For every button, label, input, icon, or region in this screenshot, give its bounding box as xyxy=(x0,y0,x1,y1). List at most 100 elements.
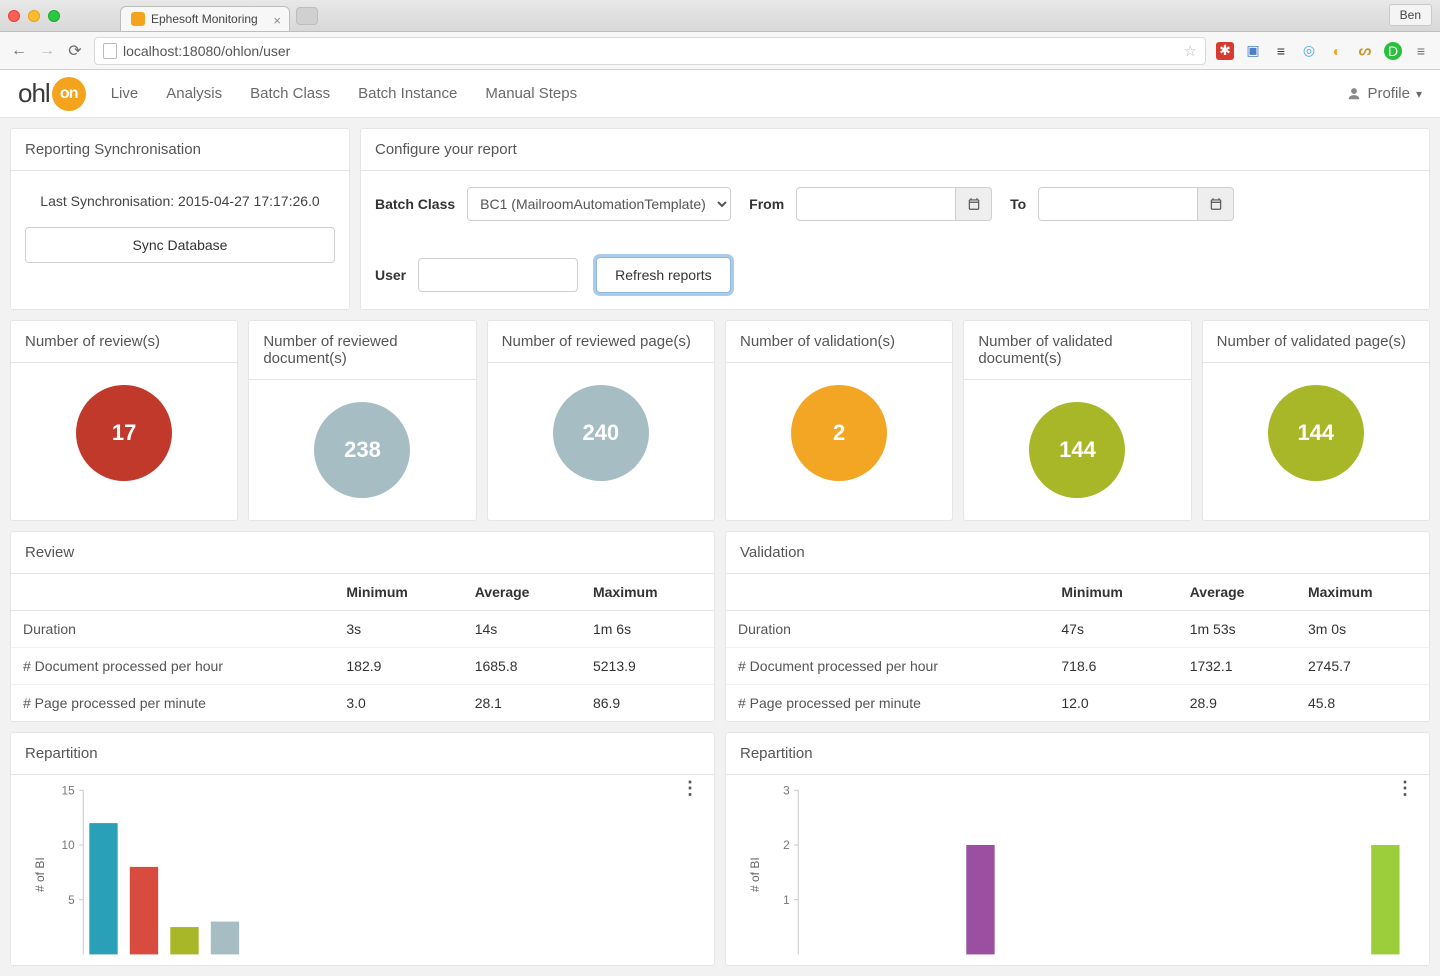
extension-icon[interactable]: ◎ xyxy=(1300,42,1318,60)
summary-card-title: Number of reviewed document(s) xyxy=(249,321,475,380)
nav-manual-steps[interactable]: Manual Steps xyxy=(485,85,577,102)
table-row: # Page processed per minute3.028.186.9 xyxy=(11,685,714,722)
to-calendar-button[interactable] xyxy=(1198,187,1234,221)
review-repartition-title: Repartition xyxy=(11,733,714,775)
app-header: ohl on Live Analysis Batch Class Batch I… xyxy=(0,70,1440,118)
to-field: To xyxy=(1010,187,1234,221)
window-zoom-button[interactable] xyxy=(48,10,60,22)
user-input[interactable] xyxy=(418,258,578,292)
nav-batch-instance[interactable]: Batch Instance xyxy=(358,85,457,102)
extension-icon[interactable]: ✱ xyxy=(1216,42,1234,60)
summary-circle: 17 xyxy=(76,385,172,481)
calendar-icon xyxy=(1209,197,1223,211)
tab-close-icon[interactable]: × xyxy=(273,13,281,28)
logo-text: ohl xyxy=(18,78,50,109)
svg-text:1: 1 xyxy=(783,894,790,907)
validation-repartition-chart: 1 2 3 xyxy=(766,785,1411,965)
from-date-input[interactable] xyxy=(796,187,956,221)
summary-card: Number of validated document(s)144 xyxy=(963,320,1191,521)
sync-panel-title: Reporting Synchronisation xyxy=(11,129,349,171)
extension-icon[interactable]: ᔕ xyxy=(1356,42,1374,60)
validation-stats-table: Minimum Average Maximum Duration47s1m 53… xyxy=(726,574,1429,721)
chart-menu-button[interactable]: ⋮ xyxy=(1393,777,1417,801)
from-calendar-button[interactable] xyxy=(956,187,992,221)
chart-menu-button[interactable]: ⋮ xyxy=(678,777,702,801)
nav-analysis[interactable]: Analysis xyxy=(166,85,222,102)
summary-cards-row: Number of review(s) 17 Number of reviewed … xyxy=(10,320,1430,521)
summary-card: Number of review(s) 17 xyxy=(10,320,238,521)
address-bar-url: localhost:18080/ohlon/user xyxy=(123,43,290,59)
validation-repartition-panel: Repartition ⋮ # of BI 123 xyxy=(725,732,1430,966)
nav-batch-class[interactable]: Batch Class xyxy=(250,85,330,102)
summary-card-title: Number of validated page(s) xyxy=(1203,321,1429,363)
window-close-button[interactable] xyxy=(8,10,20,22)
table-row: Duration47s1m 53s3m 0s xyxy=(726,611,1429,648)
refresh-reports-button[interactable]: Refresh reports xyxy=(596,257,730,293)
nav-live[interactable]: Live xyxy=(111,85,139,102)
window-minimize-button[interactable] xyxy=(28,10,40,22)
batch-class-select[interactable]: BC1 (MailroomAutomationTemplate) xyxy=(467,187,731,221)
browser-toolbar: ← → ⟳ localhost:18080/ohlon/user ☆ ✱ ▣ ≡… xyxy=(0,32,1440,70)
tab-title: Ephesoft Monitoring xyxy=(151,12,258,26)
back-button[interactable]: ← xyxy=(10,42,28,60)
chart-ylabel: # of BI xyxy=(29,785,51,965)
address-bar[interactable]: localhost:18080/ohlon/user ☆ xyxy=(94,37,1206,65)
summary-card: Number of validation(s) 2 xyxy=(725,320,953,521)
svg-text:10: 10 xyxy=(62,839,76,852)
new-tab-button[interactable] xyxy=(296,7,318,25)
summary-card-title: Number of validation(s) xyxy=(726,321,952,363)
extension-icon[interactable]: D xyxy=(1384,42,1402,60)
table-row: # Page processed per minute12.028.945.8 xyxy=(726,685,1429,722)
browser-menu-icon[interactable]: ≡ xyxy=(1412,42,1430,60)
review-stats-table: Minimum Average Maximum Duration3s14s1m … xyxy=(11,574,714,721)
summary-circle: 2 xyxy=(791,385,887,481)
browser-tab[interactable]: Ephesoft Monitoring × xyxy=(120,6,290,31)
forward-button[interactable]: → xyxy=(38,42,56,60)
config-panel-title: Configure your report xyxy=(361,129,1429,171)
chevron-down-icon: ▾ xyxy=(1416,87,1422,101)
svg-text:3: 3 xyxy=(783,785,790,798)
user-label: User xyxy=(375,267,406,283)
table-row: # Document processed per hour182.91685.8… xyxy=(11,648,714,685)
review-stats-title: Review xyxy=(11,532,714,574)
svg-text:15: 15 xyxy=(62,785,76,798)
user-field: User xyxy=(375,258,578,292)
sync-status: Last Synchronisation: 2015-04-27 17:17:2… xyxy=(25,193,335,209)
summary-card-title: Number of review(s) xyxy=(11,321,237,363)
batch-class-label: Batch Class xyxy=(375,196,455,212)
sync-database-button[interactable]: Sync Database xyxy=(25,227,335,263)
config-panel: Configure your report Batch Class BC1 (M… xyxy=(360,128,1430,310)
extension-icon[interactable]: ◐ xyxy=(1328,42,1346,60)
validation-stats-title: Validation xyxy=(726,532,1429,574)
logo-badge: on xyxy=(52,77,86,111)
browser-profile-button[interactable]: Ben xyxy=(1389,4,1432,26)
sync-panel: Reporting Synchronisation Last Synchroni… xyxy=(10,128,350,310)
extension-icon[interactable]: ≡ xyxy=(1272,42,1290,60)
page-icon xyxy=(103,43,117,59)
svg-text:2: 2 xyxy=(783,839,790,852)
extension-icons: ✱ ▣ ≡ ◎ ◐ ᔕ D ≡ xyxy=(1216,42,1430,60)
app-logo[interactable]: ohl on xyxy=(18,77,86,111)
page-content: Reporting Synchronisation Last Synchroni… xyxy=(0,118,1440,976)
summary-card: Number of reviewed document(s)238 xyxy=(248,320,476,521)
review-repartition-panel: Repartition ⋮ # of BI 5 10 15 xyxy=(10,732,715,966)
bookmark-star-icon[interactable]: ☆ xyxy=(1184,42,1197,60)
from-field: From xyxy=(749,187,992,221)
table-row: # Document processed per hour718.61732.1… xyxy=(726,648,1429,685)
table-row: Duration3s14s1m 6s xyxy=(11,611,714,648)
reload-button[interactable]: ⟳ xyxy=(66,42,84,60)
tab-favicon xyxy=(131,12,145,26)
to-date-input[interactable] xyxy=(1038,187,1198,221)
profile-menu[interactable]: Profile ▾ xyxy=(1347,85,1422,102)
summary-card-title: Number of validated document(s) xyxy=(964,321,1190,380)
summary-circle: 144 xyxy=(1268,385,1364,481)
review-repartition-chart: 5 10 15 xyxy=(51,785,696,965)
to-label: To xyxy=(1010,196,1026,212)
svg-text:5: 5 xyxy=(68,894,75,907)
from-label: From xyxy=(749,196,784,212)
window-controls xyxy=(8,10,60,22)
extension-icon[interactable]: ▣ xyxy=(1244,42,1262,60)
chart-ylabel: # of BI xyxy=(744,785,766,965)
browser-tab-strip: Ephesoft Monitoring × Ben xyxy=(0,0,1440,32)
review-stats-panel: Review Minimum Average Maximum Duration3… xyxy=(10,531,715,722)
